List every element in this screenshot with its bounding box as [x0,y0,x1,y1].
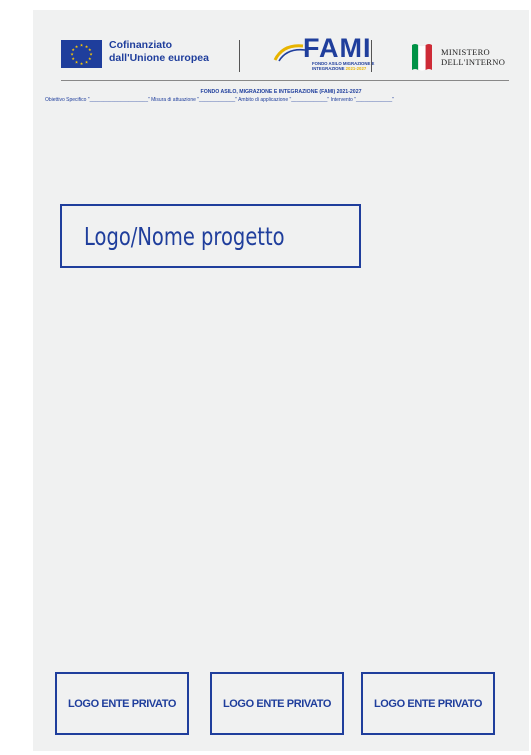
eu-line2: dall'Unione europea [109,52,209,64]
header-divider [371,40,372,72]
ministero-text: MINISTERO DELL'INTERNO [441,47,506,67]
fami-subtitle: FONDO ASILO MIGRAZIONE E INTEGRAZIONE 20… [312,61,374,71]
svg-text:★: ★ [88,56,92,61]
fami-wordmark: FAMI [303,33,372,63]
italian-flag-icon [412,44,432,71]
svg-text:★: ★ [80,61,84,66]
project-logo-box: Logo/Nome progetto [60,204,361,268]
header-rule [61,80,509,81]
project-label: Logo/Nome progetto [84,222,285,251]
fami-sub-line2: INTEGRAZIONE 2021-2027 [312,66,374,71]
ente-label: LOGO ENTE PRIVATO [67,697,177,710]
ente-label: LOGO ENTE PRIVATO [373,697,483,710]
svg-text:★: ★ [75,44,79,49]
ministero-line2: DELL'INTERNO [441,56,506,67]
ente-logo-box: LOGO ENTE PRIVATO [55,672,189,735]
svg-text:★: ★ [80,43,84,48]
eu-line1: Cofinanziato [109,39,172,51]
fondo-fields: Obiettivo Specifico "___________________… [45,97,394,103]
fami-sub-years: 2021-2027 [345,66,367,71]
header-divider [239,40,240,72]
ente-logo-box: LOGO ENTE PRIVATO [210,672,344,735]
eu-flag-icon: ★ ★ ★ ★ ★ ★ ★ ★ ★ ★ ★ ★ [61,40,102,68]
fami-logo: FAMI FONDO ASILO MIGRAZIONE E INTEGRAZIO… [273,34,374,78]
fami-sub-line2a: INTEGRAZIONE [312,66,346,71]
ente-label: LOGO ENTE PRIVATO [222,697,332,710]
svg-text:★: ★ [75,59,79,64]
ente-logo-box: LOGO ENTE PRIVATO [361,672,495,735]
eu-cofinanziato-text: Cofinanziato dall'Unione europea [109,39,209,65]
fami-swoosh-icon [273,44,306,62]
svg-text:★: ★ [71,56,75,61]
document-page: ★ ★ ★ ★ ★ ★ ★ ★ ★ ★ ★ ★ Cofinanziato dal… [33,10,529,751]
svg-text:★: ★ [85,59,89,64]
fondo-title: FONDO ASILO, MIGRAZIONE E INTEGRAZIONE (… [200,89,362,95]
svg-text:★: ★ [70,52,74,57]
